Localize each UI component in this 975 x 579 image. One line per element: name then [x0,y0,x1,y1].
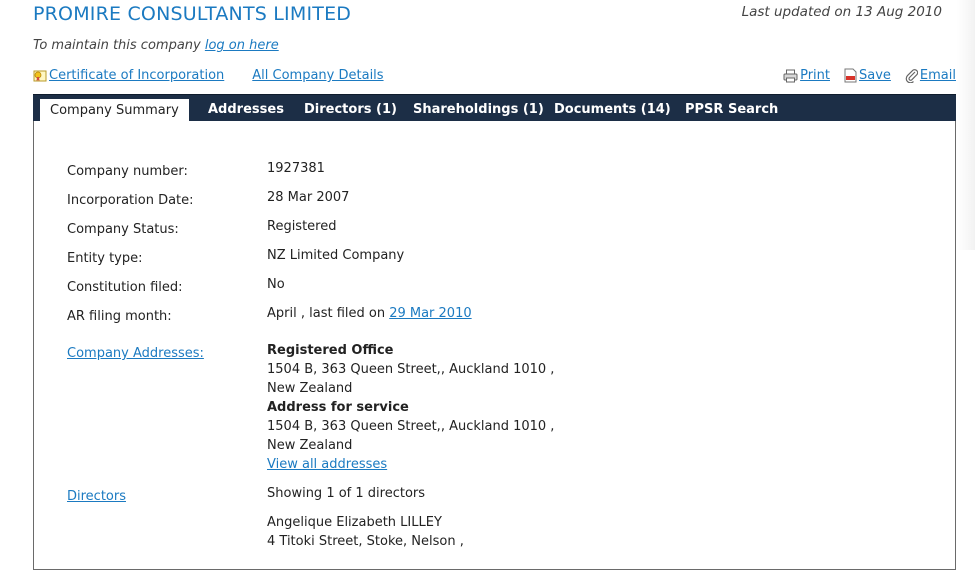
save-tool[interactable]: Save [844,68,891,83]
certificate-icon [33,69,47,83]
tab-shareholdings[interactable]: Shareholdings (1) [413,95,544,122]
last-updated-text: Last updated on 13 Aug 2010 [741,4,942,20]
view-all-addresses-row: View all addresses [267,455,387,474]
save-pdf-icon [844,68,857,83]
print-link[interactable]: Print [800,68,830,83]
print-tool[interactable]: Print [783,68,830,83]
summary-panel: Company number: 1927381 Incorporation Da… [33,121,956,570]
company-status-value: Registered [267,219,337,234]
director-address: 4 Titoki Street, Stoke, Nelson , [267,534,464,549]
email-tool[interactable]: Email [905,68,956,83]
logon-link[interactable]: log on here [205,38,279,53]
entity-type-value: NZ Limited Company [267,248,405,263]
registered-office-line2: New Zealand [267,381,353,396]
printer-icon [783,69,798,82]
tab-addresses[interactable]: Addresses [208,95,284,122]
email-link[interactable]: Email [920,68,956,83]
ar-filing-month-label: AR filing month: [67,309,172,324]
all-company-details-link[interactable]: All Company Details [252,68,383,83]
company-summary-page: PROMIRE CONSULTANTS LIMITED Last updated… [0,0,975,579]
maintain-company-text: To maintain this company log on here [33,38,279,53]
tab-documents[interactable]: Documents (14) [554,95,671,122]
tab-bar: Company Summary Addresses Directors (1) … [33,94,956,122]
directors-section: Directors [67,489,126,504]
tab-ppsr-search[interactable]: PPSR Search [685,95,778,122]
address-for-service-line2: New Zealand [267,438,353,453]
maintain-label: To maintain this company [33,38,205,53]
company-addresses-section: Company Addresses: [67,346,204,361]
constitution-filed-value: No [267,277,285,292]
incorporation-date-value: 28 Mar 2007 [267,190,350,205]
address-for-service-heading: Address for service [267,400,409,415]
company-number-label: Company number: [67,164,188,179]
paperclip-icon [905,68,918,83]
registered-office-line1: 1504 B, 363 Queen Street,, Auckland 1010… [267,362,555,377]
registered-office-heading: Registered Office [267,343,394,358]
incorporation-date-label: Incorporation Date: [67,193,194,208]
page-tools: Print Save Email [769,68,956,83]
address-for-service-line1: 1504 B, 363 Queen Street,, Auckland 1010… [267,419,555,434]
company-links-row: Certificate of Incorporation All Company… [33,68,384,83]
company-number-value: 1927381 [267,161,325,176]
company-status-label: Company Status: [67,222,179,237]
constitution-filed-label: Constitution filed: [67,280,183,295]
ar-last-filed-link[interactable]: 29 Mar 2010 [389,306,471,321]
company-name-title: PROMIRE CONSULTANTS LIMITED [33,3,352,25]
entity-type-label: Entity type: [67,251,143,266]
certificate-of-incorporation-link[interactable]: Certificate of Incorporation [49,68,224,83]
tab-directors[interactable]: Directors (1) [304,95,397,122]
view-all-addresses-link[interactable]: View all addresses [267,457,387,472]
company-addresses-link[interactable]: Company Addresses: [67,346,204,361]
tab-company-summary[interactable]: Company Summary [40,99,189,122]
ar-filing-month-value: April , last filed on 29 Mar 2010 [267,304,472,323]
directors-showing-text: Showing 1 of 1 directors [267,486,426,501]
save-link[interactable]: Save [859,68,891,83]
right-shadow [957,0,975,250]
ar-month-text: April , last filed on [267,306,390,321]
directors-link[interactable]: Directors [67,489,126,504]
director-name: Angelique Elizabeth LILLEY [267,515,442,530]
